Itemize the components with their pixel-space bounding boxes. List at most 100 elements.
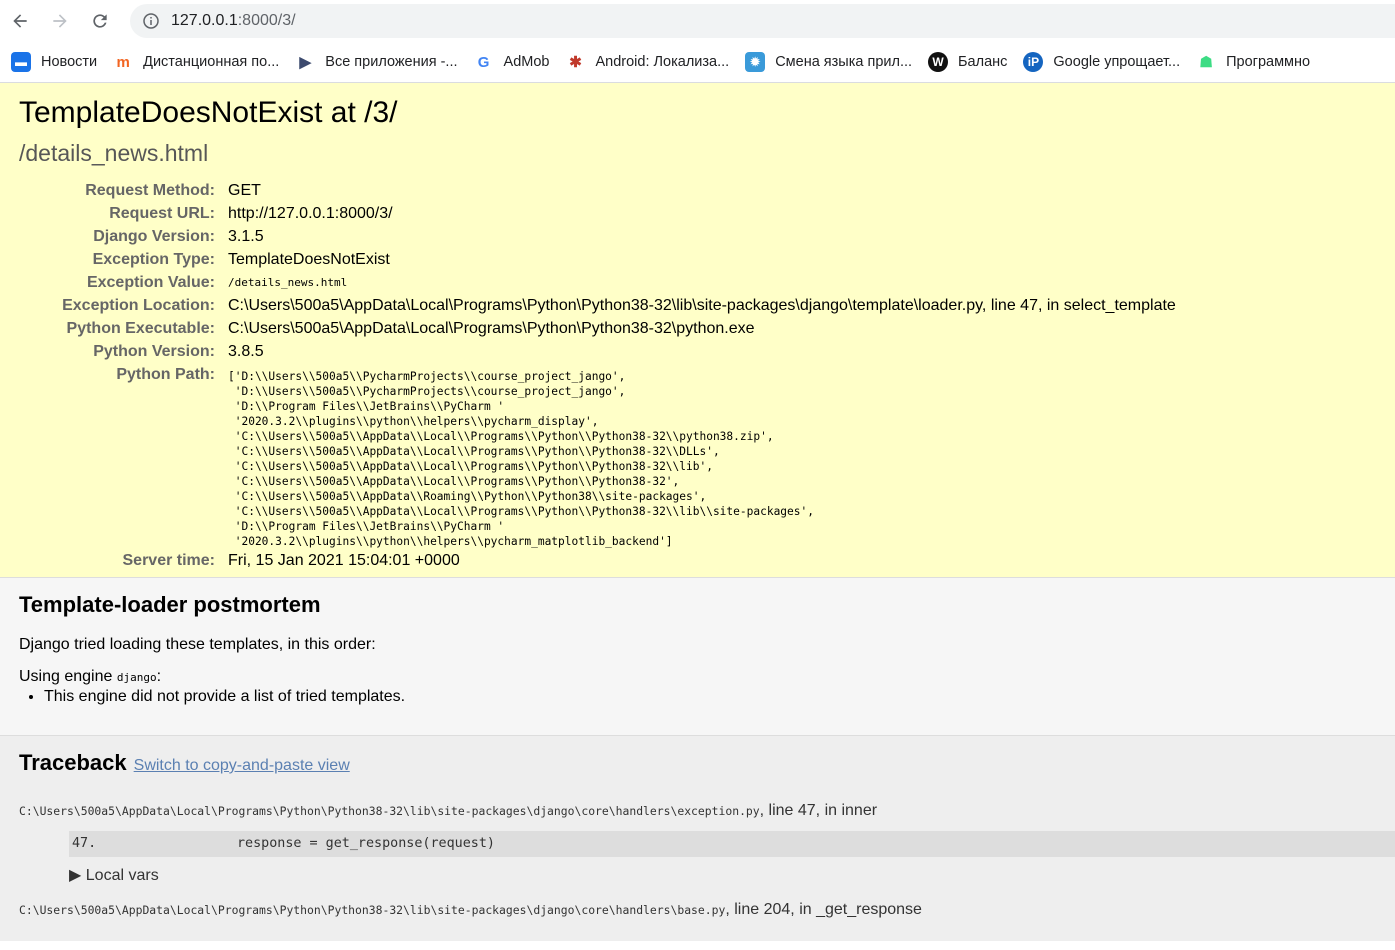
request-meta-table: Request Method: GET Request URL: http://127… xyxy=(19,179,1176,572)
line-number: 47. xyxy=(72,836,97,851)
reload-icon xyxy=(93,14,107,28)
google-g-icon: G xyxy=(477,53,490,71)
exception-value-heading: /details_news.html xyxy=(19,140,209,166)
meta-value: GET xyxy=(228,182,261,199)
triangle-right-icon: ▶ xyxy=(69,867,82,884)
bookmarks-bar: ▬ Новости m Дистанционная по... ▶ Все приложе… xyxy=(0,42,1395,83)
bookmark-item[interactable]: iP Google упрощает... xyxy=(1023,52,1180,72)
traceback-heading: Traceback Switch to copy-and-paste view xyxy=(19,750,1395,776)
frame-file-line: C:\Users\500a5\AppData\Local\Programs\Py… xyxy=(19,802,1395,820)
frame-file-line: C:\Users\500a5\AppData\Local\Programs\Py… xyxy=(19,901,1395,919)
switch-view-link[interactable]: Switch to copy-and-paste view xyxy=(134,757,350,775)
meta-label: Request Method: xyxy=(85,182,215,199)
frame-location: , line 47, in inner xyxy=(759,802,878,819)
meta-value: http://127.0.0.1:8000/3/ xyxy=(228,205,393,222)
table-row: Server time: Fri, 15 Jan 2021 15:04:01 +0… xyxy=(19,549,1176,572)
bookmark-item[interactable]: ▬ Новости xyxy=(11,52,97,72)
meta-label: Exception Type: xyxy=(92,251,215,268)
browser-toolbar: 127.0.0.1:8000/3/ xyxy=(0,0,1395,42)
back-arrow-icon xyxy=(13,14,27,28)
reload-button[interactable] xyxy=(80,1,120,41)
address-bar[interactable]: 127.0.0.1:8000/3/ xyxy=(130,4,1395,38)
back-button[interactable] xyxy=(0,1,40,41)
meta-value: 3.1.5 xyxy=(228,228,264,245)
url-host: 127.0.0.1 xyxy=(171,12,238,29)
bookmark-item[interactable]: ☗ Программно xyxy=(1196,52,1310,72)
forward-button[interactable] xyxy=(40,1,80,41)
table-row: Request URL: http://127.0.0.1:8000/3/ xyxy=(19,202,1176,225)
url-path: :8000/3/ xyxy=(237,12,296,29)
bookmark-label: AdMob xyxy=(503,54,550,70)
frame-location: , line 204, in _get_response xyxy=(725,901,922,918)
engine-prefix: Using engine xyxy=(19,668,117,685)
meta-label: Python Path: xyxy=(116,366,215,383)
bookmark-item[interactable]: G AdMob xyxy=(474,52,550,72)
forward-arrow-icon xyxy=(53,14,67,28)
meta-label: Request URL: xyxy=(109,205,215,222)
python-path-value: ['D:\\Users\\500a5\\PycharmProjects\\cou… xyxy=(228,370,814,548)
bookmark-label: Google упрощает... xyxy=(1053,54,1181,70)
bookmark-item[interactable]: ✹ Смена языка прил... xyxy=(745,52,912,72)
meta-value: /details_news.html xyxy=(228,276,348,289)
traceback-title: Traceback xyxy=(19,750,127,775)
play-arrow-icon: ▶ xyxy=(299,54,312,71)
code-line: response = get_response(request) xyxy=(237,836,495,851)
bookmark-label: Дистанционная по... xyxy=(143,54,280,70)
local-vars-label: Local vars xyxy=(85,867,159,884)
ip-logo-icon: iP xyxy=(1023,52,1044,72)
meta-label: Django Version: xyxy=(93,228,215,245)
meta-value-cell: ['D:\\Users\\500a5\\PycharmProjects\\cou… xyxy=(228,363,1176,549)
gear-blue-icon: ✹ xyxy=(745,52,766,72)
meta-value: C:\Users\500a5\AppData\Local\Programs\Py… xyxy=(228,320,755,337)
bookmark-label: Все приложения -... xyxy=(325,54,458,70)
info-icon[interactable] xyxy=(143,13,159,29)
local-vars-toggle[interactable]: ▶ Local vars xyxy=(69,865,1395,885)
bookmark-label: Смена языка прил... xyxy=(775,54,913,70)
page-title: TemplateDoesNotExist at /3/ xyxy=(19,96,398,129)
bookmark-label: Новости xyxy=(41,54,98,70)
bookmark-label: Программно xyxy=(1226,54,1311,70)
bookmark-label: Баланс xyxy=(958,54,1008,70)
table-row: Exception Location: C:\Users\500a5\AppDat… xyxy=(19,294,1176,317)
postmortem-intro: Django tried loading these templates, in… xyxy=(19,636,376,653)
meta-value: Fri, 15 Jan 2021 15:04:01 +0000 xyxy=(228,552,460,569)
bookmark-label: Android: Локализа... xyxy=(595,54,730,70)
android-icon: ☗ xyxy=(1199,54,1213,71)
frame-context-line[interactable]: 47. response = get_response(request) xyxy=(69,831,1395,857)
bookmark-item[interactable]: W Баланс xyxy=(928,52,1007,72)
engine-name: django xyxy=(116,671,157,684)
frame-filename: C:\Users\500a5\AppData\Local\Programs\Py… xyxy=(19,804,760,818)
list-item: This engine did not provide a list of tr… xyxy=(44,688,1375,706)
table-row: Exception Type: TemplateDoesNotExist xyxy=(19,248,1176,271)
meta-value: 3.8.5 xyxy=(228,343,264,360)
url-text[interactable]: 127.0.0.1:8000/3/ xyxy=(171,12,296,30)
bookmark-item[interactable]: ✱ Android: Локализа... xyxy=(565,52,729,72)
engine-line: Using engine django: xyxy=(19,668,1375,686)
m-logo-icon: m xyxy=(116,53,130,71)
table-row: Exception Value: /details_news.html xyxy=(19,271,1176,294)
tried-templates-list: This engine did not provide a list of tr… xyxy=(19,688,1375,706)
paw-icon: ✱ xyxy=(569,54,582,71)
engine-suffix: : xyxy=(156,668,162,685)
meta-label: Server time: xyxy=(122,552,216,569)
table-row: Python Executable: C:\Users\500a5\AppData… xyxy=(19,317,1176,340)
postmortem-heading: Template-loader postmortem xyxy=(19,592,321,617)
table-row: Python Version: 3.8.5 xyxy=(19,340,1176,363)
table-row: Request Method: GET xyxy=(19,179,1176,202)
error-summary: TemplateDoesNotExist at /3/ /details_new… xyxy=(0,83,1395,578)
table-row: Python Path: ['D:\\Users\\500a5\\PycharmP… xyxy=(19,363,1176,549)
meta-label: Python Version: xyxy=(93,343,215,360)
traceback-section: Traceback Switch to copy-and-paste view C… xyxy=(0,736,1395,941)
meta-value: C:\Users\500a5\AppData\Local\Programs\Py… xyxy=(228,297,1176,314)
meta-value: TemplateDoesNotExist xyxy=(228,251,390,268)
w-logo-icon: W xyxy=(928,52,949,72)
chat-bubble-icon: ▬ xyxy=(11,52,31,72)
frame-filename: C:\Users\500a5\AppData\Local\Programs\Py… xyxy=(19,903,726,917)
table-row: Django Version: 3.1.5 xyxy=(19,225,1176,248)
template-postmortem: Template-loader postmortem Django tried … xyxy=(0,578,1395,736)
meta-label: Exception Value: xyxy=(86,274,215,291)
meta-label: Exception Location: xyxy=(62,297,215,314)
bookmark-item[interactable]: ▶ Все приложения -... xyxy=(295,52,458,72)
bookmark-item[interactable]: m Дистанционная по... xyxy=(113,52,279,72)
meta-label: Python Executable: xyxy=(66,320,215,337)
